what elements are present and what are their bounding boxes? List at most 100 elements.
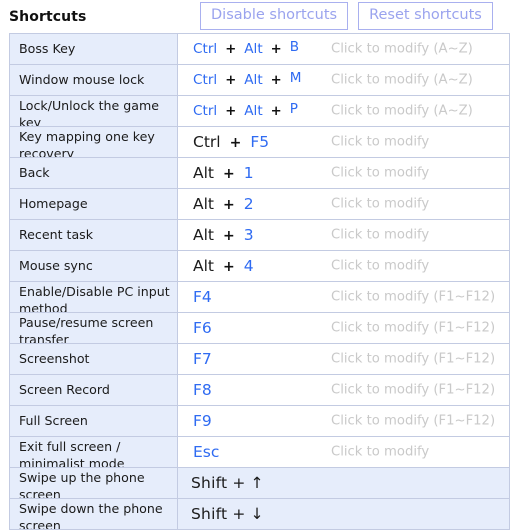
key-separator-plus: + [225, 73, 237, 88]
key-separator-plus: + [223, 259, 235, 275]
table-row: Key mapping one key recovery Ctrl + F5 Click… [10, 127, 509, 158]
key-cap: F9 [193, 412, 212, 430]
page-title: Shortcuts [9, 8, 87, 25]
key-cap: 4 [243, 257, 254, 275]
shortcut-combo-text: Shift + ↓ [191, 505, 264, 523]
modify-hint: Click to modify (F1~F12) [331, 320, 496, 336]
key-cap: Alt [193, 257, 214, 275]
table-row: Exit full screen / minimalist mode Esc Cli… [10, 437, 509, 468]
table-row: Swipe up the phone screen Shift + ↑ [10, 468, 509, 499]
shortcut-combo: Ctrl + F5 [191, 133, 271, 151]
table-row: Screenshot F7 Click to modify (F1~F12) [10, 344, 509, 375]
shortcut-value-cell[interactable]: F8 Click to modify (F1~F12) [178, 375, 509, 405]
shortcut-value-cell[interactable]: F4 Click to modify (F1~F12) [178, 282, 509, 312]
shortcut-label: Mouse sync [10, 251, 178, 281]
table-row: Screen Record F8 Click to modify (F1~F12) [10, 375, 509, 406]
modify-hint: Click to modify (A~Z) [331, 72, 473, 88]
key-cap: Alt [244, 103, 263, 119]
shortcut-label: Boss Key [10, 34, 178, 64]
key-cap: Alt [193, 195, 214, 213]
shortcut-value-cell[interactable]: Ctrl + Alt + B Click to modify (A~Z) [178, 34, 509, 64]
shortcuts-table: Boss Key Ctrl + Alt + B Click to modify (A~Z) W… [9, 33, 510, 530]
shortcut-value-cell[interactable]: Ctrl + Alt + M Click to modify (A~Z) [178, 65, 509, 95]
modify-hint: Click to modify [331, 227, 430, 243]
shortcut-value-cell[interactable]: Alt +3 Click to modify [178, 220, 509, 250]
key-separator-plus: + [225, 104, 237, 119]
shortcut-value-cell[interactable]: Esc Click to modify [178, 437, 509, 467]
shortcut-label: Swipe up the phone screen [10, 468, 178, 498]
shortcut-combo: Alt +2 [191, 195, 256, 213]
table-row: Homepage Alt +2 Click to modify [10, 189, 509, 220]
shortcut-label: Screen Record [10, 375, 178, 405]
key-separator-plus: + [225, 42, 237, 57]
shortcut-label: Swipe down the phone screen [10, 499, 178, 529]
shortcut-value-cell[interactable]: Ctrl + F5 Click to modify [178, 127, 509, 157]
modify-hint: Click to modify (A~Z) [331, 41, 473, 57]
shortcut-value-cell[interactable]: Ctrl + Alt + P Click to modify (A~Z) [178, 96, 509, 126]
key-separator-plus: + [223, 166, 235, 182]
shortcut-combo: Alt +4 [191, 257, 256, 275]
shortcut-label: Back [10, 158, 178, 188]
shortcut-combo: F9 [191, 412, 214, 430]
table-row: Enable/Disable PC input method F4 Click to… [10, 282, 509, 313]
shortcut-label: Exit full screen / minimalist mode [10, 437, 178, 467]
shortcut-combo: Alt +1 [191, 164, 256, 182]
table-row: Recent task Alt +3 Click to modify [10, 220, 509, 251]
table-row: Pause/resume screen transfer F6 Click to m… [10, 313, 509, 344]
key-separator-plus: + [223, 228, 235, 244]
modify-hint: Click to modify (A~Z) [331, 103, 473, 119]
key-separator-plus: + [223, 197, 235, 213]
shortcut-label: Lock/Unlock the game key [10, 96, 178, 126]
shortcut-value-cell[interactable]: Alt +4 Click to modify [178, 251, 509, 281]
key-cap: Ctrl [193, 41, 218, 57]
modify-hint: Click to modify [331, 165, 430, 181]
key-separator-plus: + [270, 73, 282, 88]
table-row: Back Alt +1 Click to modify [10, 158, 509, 189]
shortcut-combo: F4 [191, 288, 214, 306]
shortcut-combo: Ctrl + Alt + B [191, 39, 301, 57]
key-cap: Alt [244, 72, 263, 88]
shortcut-combo-text: Shift + ↑ [191, 474, 264, 492]
shortcut-combo: F8 [191, 381, 214, 399]
modify-hint: Click to modify (F1~F12) [331, 413, 496, 429]
key-cap: 1 [243, 164, 254, 182]
table-row: Window mouse lock Ctrl + Alt + M Click to modi… [10, 65, 509, 96]
table-row: Boss Key Ctrl + Alt + B Click to modify (A~Z) [10, 34, 509, 65]
shortcut-value-cell: Shift + ↓ [178, 499, 509, 529]
shortcuts-header: Shortcuts Disable shortcuts Reset shortc… [0, 0, 519, 33]
shortcut-value-cell[interactable]: Alt +1 Click to modify [178, 158, 509, 188]
shortcut-combo: Esc [191, 443, 221, 461]
key-separator-plus: + [270, 104, 282, 119]
shortcut-value-cell[interactable]: F9 Click to modify (F1~F12) [178, 406, 509, 436]
key-separator-plus: + [229, 135, 242, 151]
modify-hint: Click to modify [331, 258, 430, 274]
key-cap: F8 [193, 381, 212, 399]
shortcut-label: Pause/resume screen transfer [10, 313, 178, 343]
table-row: Lock/Unlock the game key Ctrl + Alt + P Click … [10, 96, 509, 127]
shortcut-label: Enable/Disable PC input method [10, 282, 178, 312]
key-cap: Alt [193, 164, 214, 182]
reset-shortcuts-button[interactable]: Reset shortcuts [358, 2, 493, 30]
shortcut-label: Homepage [10, 189, 178, 219]
key-cap: Esc [193, 443, 220, 461]
key-cap: Ctrl [193, 72, 218, 88]
key-cap: Ctrl [193, 133, 221, 151]
shortcut-combo: Alt +3 [191, 226, 256, 244]
shortcut-combo: Ctrl + Alt + M [191, 70, 303, 88]
key-cap: F4 [193, 288, 212, 306]
header-button-group: Disable shortcuts Reset shortcuts [200, 2, 493, 30]
shortcut-value-cell: Shift + ↑ [178, 468, 509, 498]
key-cap: Alt [244, 41, 263, 57]
key-cap: 2 [243, 195, 254, 213]
shortcut-value-cell[interactable]: Alt +2 Click to modify [178, 189, 509, 219]
key-cap: F5 [250, 133, 270, 151]
modify-hint: Click to modify (F1~F12) [331, 289, 496, 305]
key-cap: Ctrl [193, 103, 218, 119]
disable-shortcuts-button[interactable]: Disable shortcuts [200, 2, 349, 30]
shortcut-value-cell[interactable]: F6 Click to modify (F1~F12) [178, 313, 509, 343]
shortcut-value-cell[interactable]: F7 Click to modify (F1~F12) [178, 344, 509, 374]
table-row: Swipe down the phone screen Shift + ↓ [10, 499, 509, 530]
shortcut-label: Screenshot [10, 344, 178, 374]
key-cap: 3 [243, 226, 254, 244]
key-cap: F7 [193, 350, 212, 368]
